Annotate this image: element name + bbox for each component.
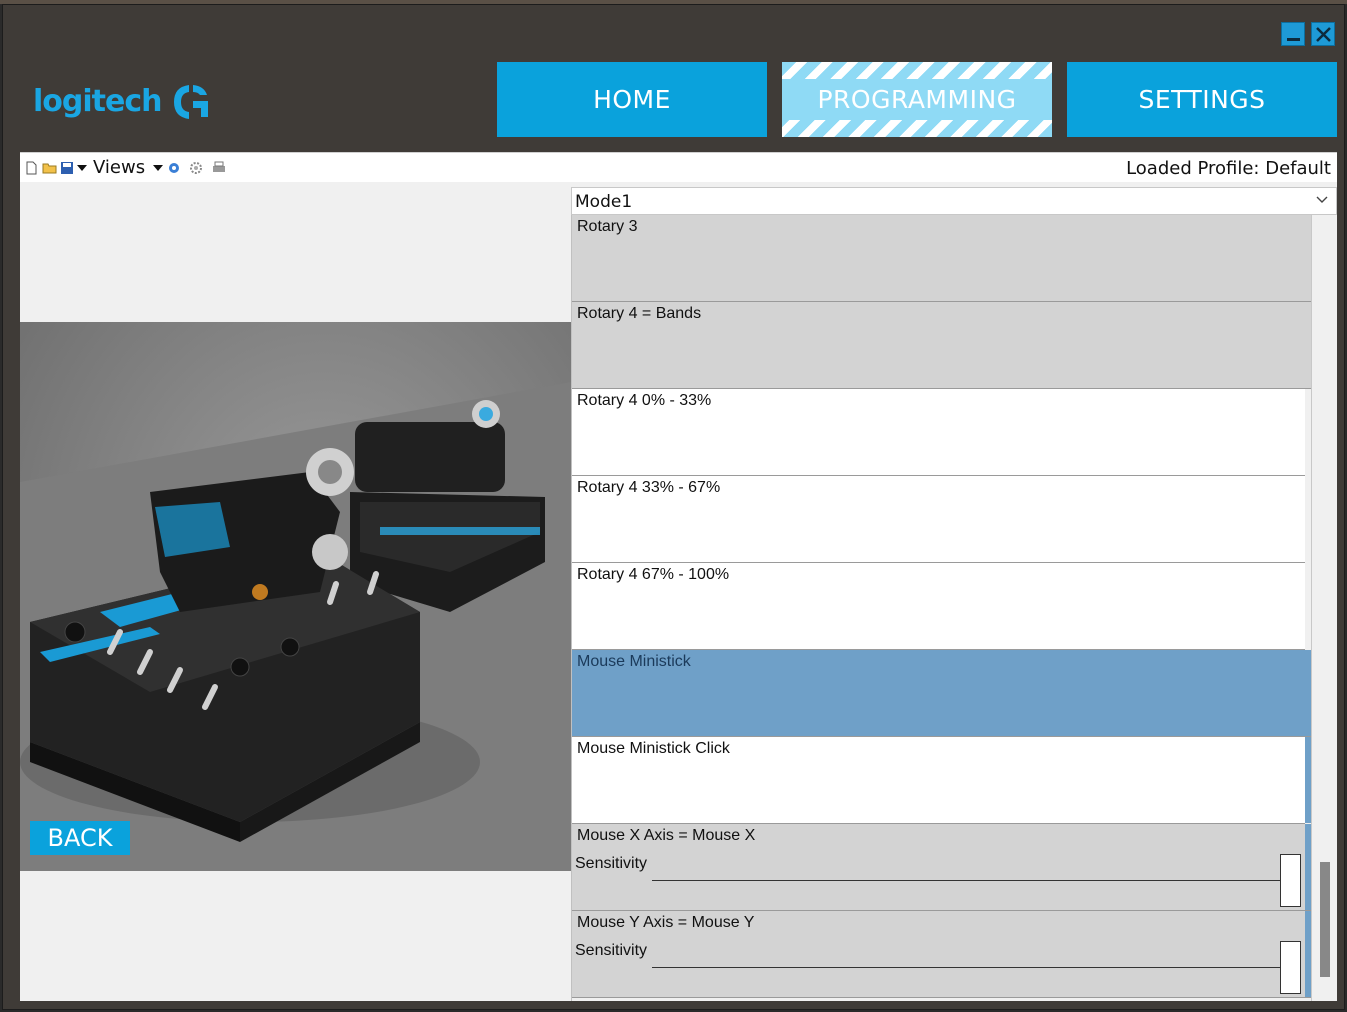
scrollbar-thumb[interactable] bbox=[1320, 862, 1330, 977]
nav-settings-button[interactable]: SETTINGS bbox=[1067, 62, 1337, 137]
minimize-icon bbox=[1287, 38, 1300, 41]
sensitivity-label: Sensitivity bbox=[575, 942, 648, 959]
open-folder-icon[interactable] bbox=[42, 161, 57, 175]
print-icon[interactable] bbox=[211, 161, 226, 175]
nav-settings-label: SETTINGS bbox=[1138, 85, 1266, 114]
list-item[interactable]: Rotary 4 67% - 100% bbox=[572, 563, 1305, 650]
throttle-quadrant-image bbox=[20, 322, 571, 871]
list-item-label: Rotary 3 bbox=[577, 218, 638, 235]
list-item[interactable]: Rotary 3 bbox=[572, 215, 1311, 302]
back-button[interactable]: BACK bbox=[30, 821, 130, 855]
list-item[interactable]: Mouse X Axis = Mouse X Sensitivity bbox=[572, 824, 1311, 911]
list-item[interactable]: Mouse Y Axis = Mouse Y Sensitivity bbox=[572, 911, 1311, 998]
sensitivity-slider-thumb[interactable] bbox=[1280, 854, 1301, 907]
list-scrollbar[interactable] bbox=[1311, 215, 1337, 1001]
nav-home-button[interactable]: HOME bbox=[497, 62, 767, 137]
save-icon[interactable] bbox=[60, 161, 74, 175]
list-item-label: Rotary 4 = Bands bbox=[577, 305, 702, 322]
list-item-label: Mouse Ministick bbox=[577, 653, 691, 670]
logitech-g-icon bbox=[174, 85, 209, 119]
list-item-label: Mouse Y Axis = Mouse Y bbox=[577, 914, 755, 931]
list-item-label: Mouse X Axis = Mouse X bbox=[577, 827, 756, 844]
app-window: logitech HOME PROGRAMMING SETTINGS Views… bbox=[2, 4, 1345, 1010]
content-area: Views Loaded Profile: Default BACK Mode1… bbox=[20, 152, 1337, 1001]
close-icon bbox=[1316, 27, 1331, 42]
nav-programming-label: PROGRAMMING bbox=[817, 85, 1017, 114]
views-menu[interactable]: Views bbox=[93, 157, 145, 178]
network-icon[interactable] bbox=[167, 161, 181, 175]
toolbar: Views Loaded Profile: Default bbox=[20, 152, 1337, 182]
list-item-label: Mouse Ministick Click bbox=[577, 740, 730, 757]
list-item-selected[interactable]: Mouse Ministick bbox=[572, 650, 1311, 737]
save-dropdown-caret[interactable] bbox=[77, 164, 87, 171]
mode-select-value: Mode1 bbox=[575, 192, 633, 212]
sensitivity-label: Sensitivity bbox=[575, 855, 648, 872]
mode-select[interactable]: Mode1 bbox=[571, 187, 1337, 215]
nav-programming-button[interactable]: PROGRAMMING bbox=[782, 62, 1052, 137]
list-item-label: Rotary 4 67% - 100% bbox=[577, 566, 730, 583]
list-item[interactable]: Rotary 4 33% - 67% bbox=[572, 476, 1305, 563]
list-item[interactable]: Rotary 4 = Bands bbox=[572, 302, 1311, 389]
sensitivity-slider-track[interactable] bbox=[652, 880, 1280, 881]
loaded-profile-label: Loaded Profile: Default bbox=[1126, 158, 1331, 179]
gear-icon[interactable] bbox=[189, 161, 203, 175]
close-button[interactable] bbox=[1311, 22, 1335, 46]
logitech-logo: logitech bbox=[33, 81, 211, 121]
minimize-button[interactable] bbox=[1281, 22, 1305, 46]
list-item-label: Rotary 4 33% - 67% bbox=[577, 479, 721, 496]
new-file-icon[interactable] bbox=[24, 161, 38, 175]
back-button-label: BACK bbox=[47, 824, 113, 852]
chevron-down-icon bbox=[1316, 196, 1328, 203]
list-item[interactable]: Mouse Ministick Click bbox=[572, 737, 1311, 824]
list-item[interactable]: Rotary 4 0% - 33% bbox=[572, 389, 1305, 476]
logo-text: logitech bbox=[33, 83, 162, 119]
list-item-label: Rotary 4 0% - 33% bbox=[577, 392, 712, 409]
views-dropdown-caret[interactable] bbox=[153, 164, 164, 171]
assignment-list: Rotary 3 Rotary 4 = Bands Rotary 4 0% - … bbox=[571, 215, 1311, 1001]
nav-home-label: HOME bbox=[593, 85, 671, 114]
sensitivity-slider-track[interactable] bbox=[652, 967, 1280, 968]
sensitivity-slider-thumb[interactable] bbox=[1280, 941, 1301, 994]
